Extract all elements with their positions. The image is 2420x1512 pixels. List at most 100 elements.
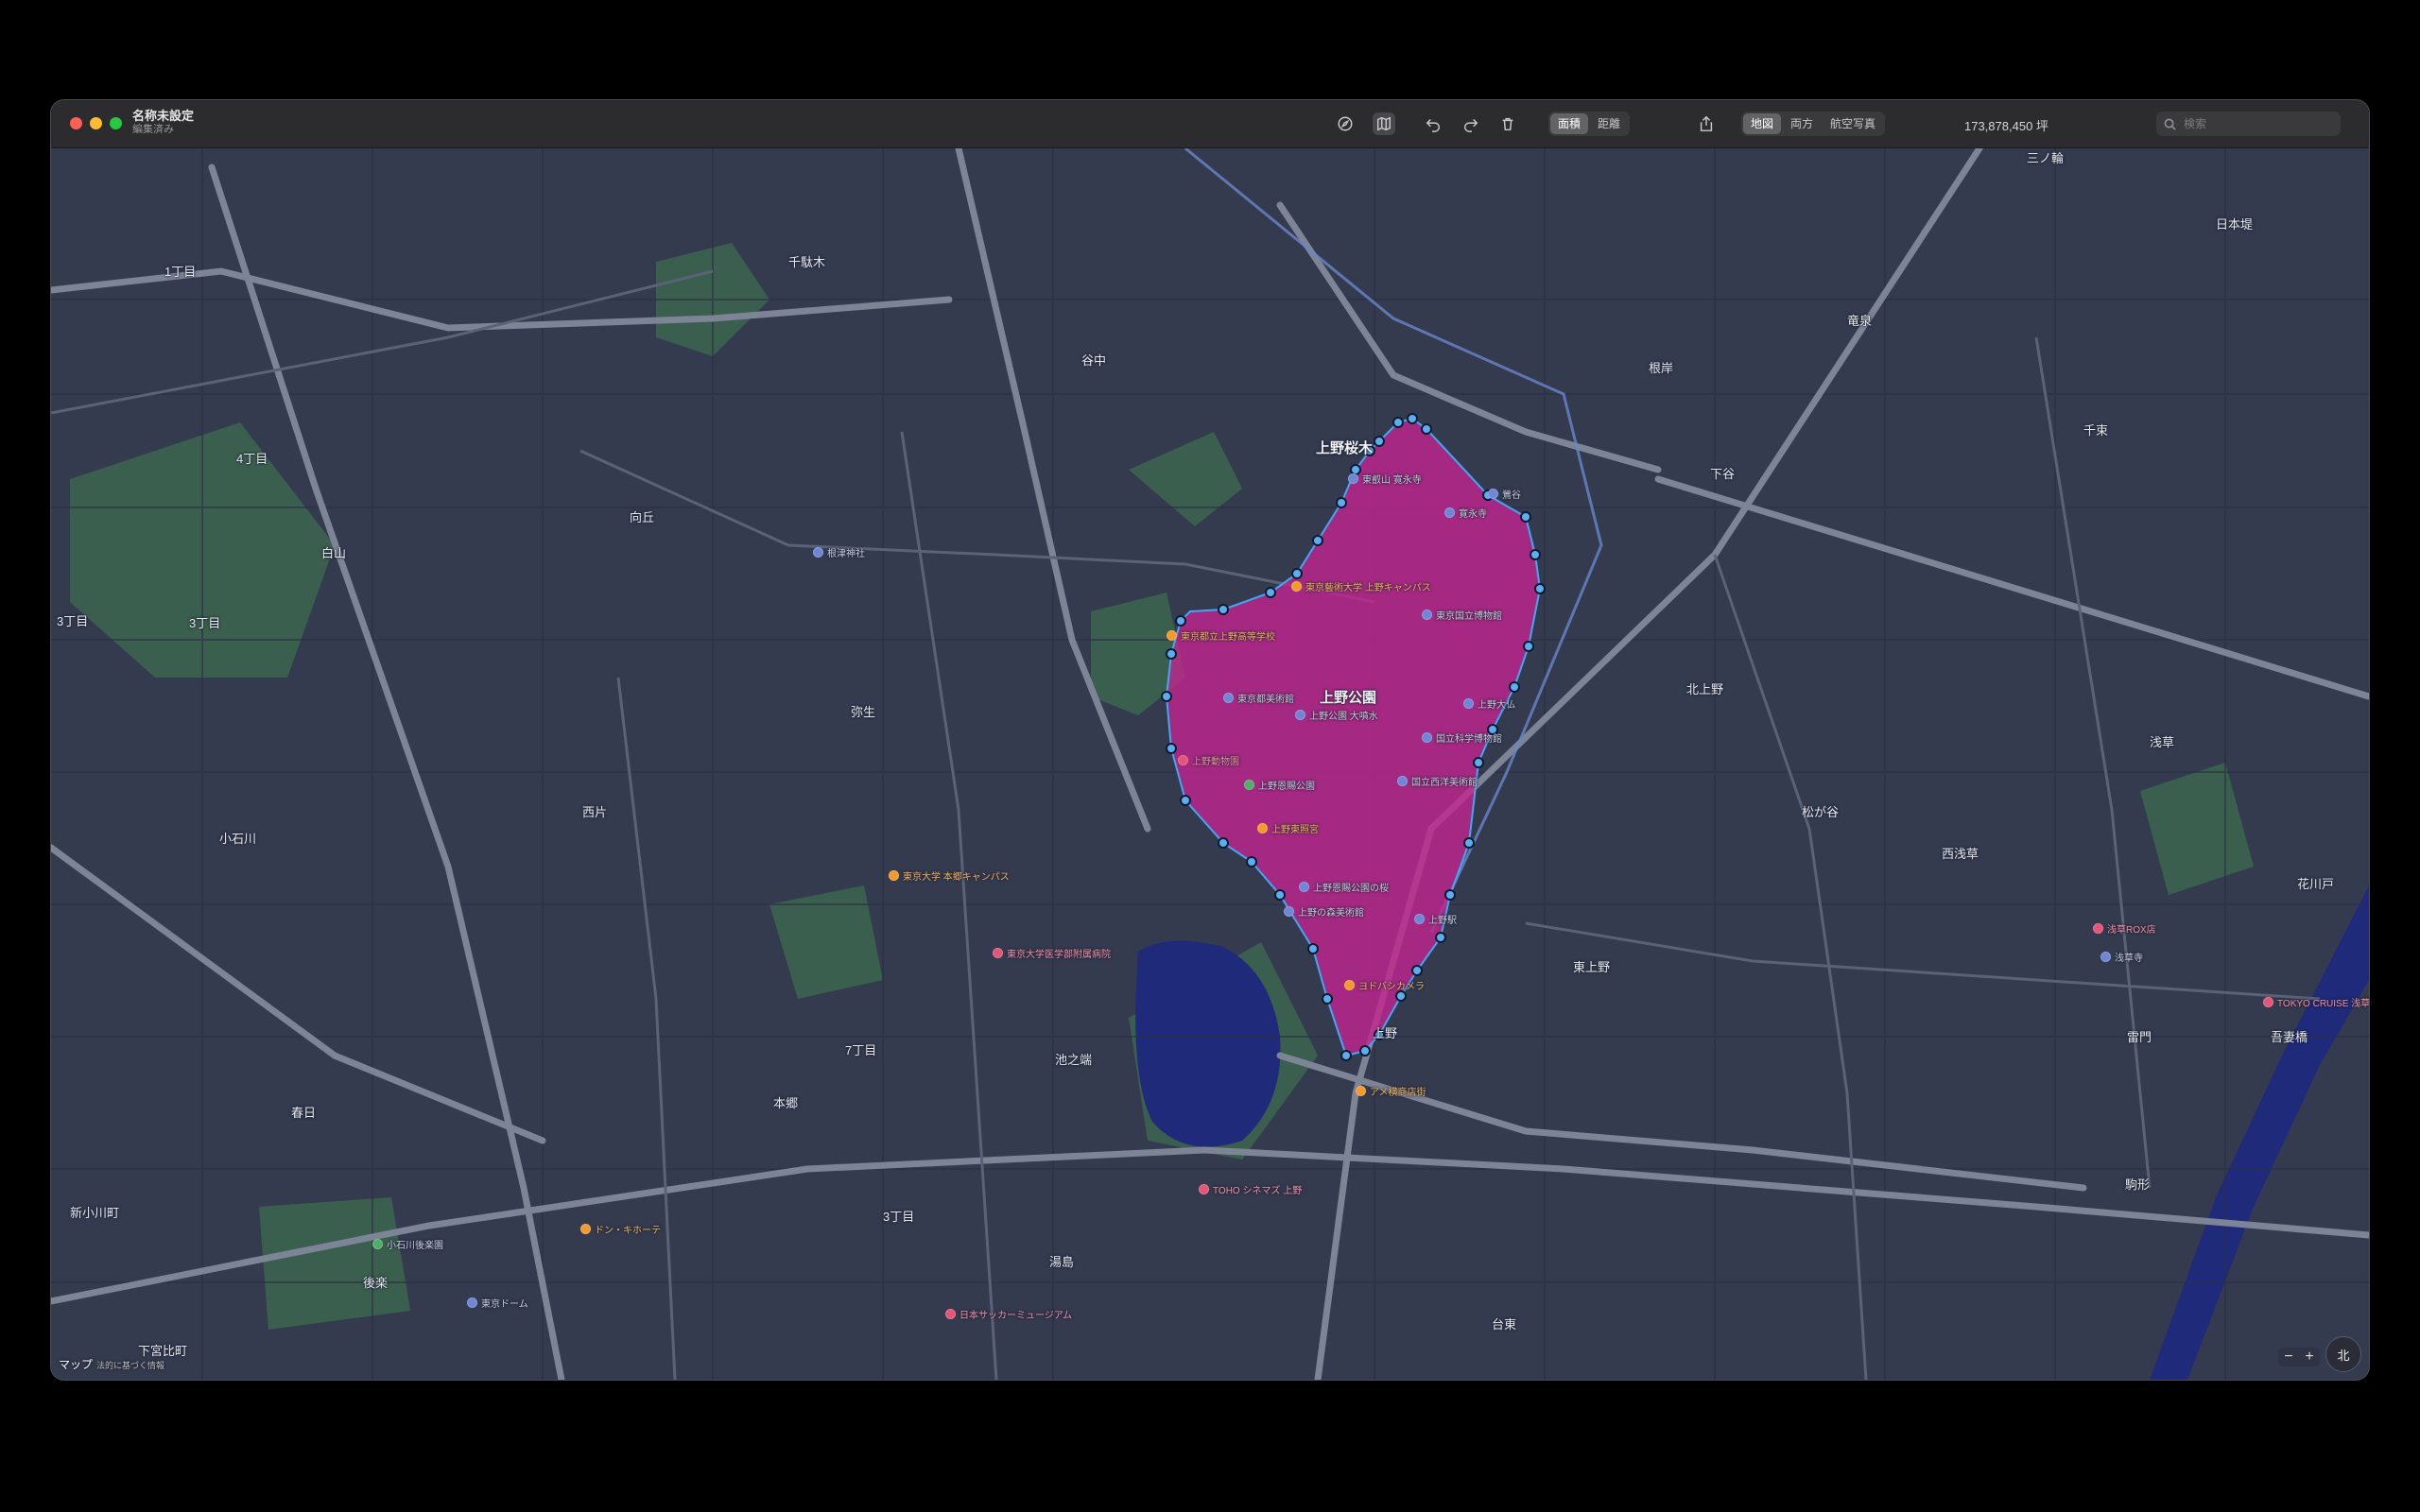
- search-input[interactable]: [2182, 116, 2337, 131]
- district-label: 吾妻橋: [2271, 1030, 2308, 1044]
- poi-label[interactable]: 東京都美術館: [1223, 691, 1294, 705]
- poi-label[interactable]: TOKYO CRUISE 浅草: [2263, 995, 2369, 1009]
- district-label: 上野桜木: [1316, 440, 1374, 456]
- map-type-hybrid[interactable]: 両方: [1783, 113, 1821, 134]
- window-controls: [70, 117, 122, 129]
- district-label: 上野公園: [1320, 690, 1377, 706]
- district-label: 雷門: [2127, 1030, 2152, 1044]
- search-field[interactable]: [2156, 112, 2341, 136]
- poi-label[interactable]: 上野動物園: [1178, 753, 1239, 767]
- district-label: 白山: [321, 546, 347, 560]
- poi-label[interactable]: 上野大仏: [1463, 696, 1515, 711]
- poi-label[interactable]: ヨドバシカメラ: [1344, 978, 1425, 992]
- district-label: 西片: [582, 805, 608, 819]
- compass-rose-icon[interactable]: 北: [2325, 1336, 2361, 1372]
- document-name: 名称未設定: [132, 109, 195, 123]
- district-label: 西浅草: [1942, 847, 1979, 861]
- district-label: 春日: [291, 1106, 317, 1120]
- map-type-control: 地図 両方 航空写真: [1741, 112, 1886, 136]
- district-label: 本郷: [773, 1096, 799, 1110]
- map-type-standard[interactable]: 地図: [1743, 113, 1782, 134]
- poi-label[interactable]: アメ横商店街: [1356, 1084, 1426, 1098]
- poi-label[interactable]: 東叡山 寛永寺: [1348, 472, 1422, 486]
- poi-label[interactable]: 東京ドーム: [467, 1296, 528, 1310]
- poi-label[interactable]: 国立科学博物館: [1422, 730, 1502, 745]
- document-status: 編集済み: [132, 124, 174, 135]
- poi-label[interactable]: 東京大学 本郷キャンパス: [889, 868, 1010, 883]
- poi-label[interactable]: 東京藝術大学 上野キャンパス: [1291, 579, 1431, 593]
- poi-label[interactable]: 東京国立博物館: [1422, 608, 1502, 622]
- poi-label[interactable]: 浅草ROX店: [2093, 921, 2156, 936]
- district-label: 4丁目: [236, 452, 268, 466]
- measure-distance-tab[interactable]: 距離: [1590, 113, 1628, 134]
- zoom-button[interactable]: [110, 117, 122, 129]
- district-label: 台東: [1492, 1317, 1517, 1332]
- district-label: 千束: [2083, 423, 2109, 438]
- poi-label[interactable]: 東京都立上野高等学校: [1167, 628, 1275, 643]
- legal-info-link[interactable]: 法的に基づく情報: [96, 1361, 164, 1370]
- undo-icon[interactable]: [1422, 112, 1444, 135]
- district-label: 三ノ輪: [2027, 151, 2065, 165]
- app-window: 名称未設定 編集済み 面積 距離 地図 両方 航空写真 173,878,450 …: [51, 100, 2369, 1380]
- district-label: 湯島: [1049, 1255, 1075, 1269]
- district-label: 小石川: [219, 832, 257, 846]
- search-icon: [2164, 118, 2176, 130]
- poi-label[interactable]: 上野公園 大噴水: [1295, 708, 1378, 722]
- district-label: 松が谷: [1802, 805, 1840, 819]
- district-label: 上野: [1373, 1026, 1398, 1040]
- compass-icon[interactable]: [1334, 112, 1357, 135]
- zoom-out-button[interactable]: −: [2278, 1348, 2299, 1366]
- share-icon[interactable]: [1695, 112, 1718, 135]
- map-type-satellite[interactable]: 航空写真: [1823, 113, 1883, 134]
- document-title: 名称未設定 編集済み: [132, 109, 194, 137]
- district-label: 浅草: [2150, 735, 2175, 749]
- map-canvas[interactable]: 上野桜木 上野公園 谷中 千駄木 根岸 下谷 竜泉 三ノ輪 日本堤 千束 北上野…: [51, 148, 2369, 1380]
- district-label: 7丁目: [845, 1043, 877, 1057]
- map-icon[interactable]: [1373, 112, 1395, 135]
- area-readout: 173,878,450 坪: [1964, 119, 2048, 133]
- poi-label[interactable]: 日本サッカーミュージアム: [945, 1307, 1072, 1321]
- district-label: 弥生: [851, 705, 876, 719]
- district-label: 1丁目: [164, 265, 197, 279]
- district-label: 3丁目: [57, 614, 89, 628]
- zoom-control: − +: [2278, 1348, 2320, 1366]
- map-attribution[interactable]: マップ 法的に基づく情報: [59, 1356, 164, 1372]
- titlebar: 名称未設定 編集済み 面積 距離 地図 両方 航空写真 173,878,450 …: [51, 100, 2369, 148]
- trash-icon[interactable]: [1496, 112, 1519, 135]
- compass-north-label: 北: [2337, 1348, 2350, 1363]
- district-label: 根岸: [1649, 361, 1674, 375]
- measure-area-tab[interactable]: 面積: [1550, 113, 1589, 134]
- district-label: 花川戸: [2297, 877, 2335, 891]
- zoom-in-button[interactable]: +: [2299, 1348, 2320, 1366]
- poi-label[interactable]: 上野東照宮: [1257, 821, 1319, 835]
- minimize-button[interactable]: [90, 117, 102, 129]
- redo-icon[interactable]: [1460, 112, 1482, 135]
- poi-label[interactable]: 寛永寺: [1444, 506, 1487, 520]
- district-label: 竜泉: [1847, 314, 1873, 328]
- poi-label[interactable]: 上野の森美術館: [1284, 904, 1364, 919]
- poi-label[interactable]: 鶯谷: [1488, 487, 1521, 501]
- poi-label[interactable]: 東京大学医学部附属病院: [993, 946, 1111, 960]
- district-label: 新小川町: [70, 1206, 120, 1220]
- district-label: 向丘: [630, 510, 655, 524]
- measure-mode-control: 面積 距離: [1548, 112, 1631, 136]
- poi-label[interactable]: 上野恩賜公園: [1244, 778, 1315, 792]
- poi-label[interactable]: 浅草寺: [2100, 950, 2143, 964]
- district-label: 3丁目: [883, 1210, 915, 1224]
- attribution-label: マップ: [59, 1358, 94, 1371]
- poi-label[interactable]: 上野駅: [1414, 912, 1457, 926]
- district-label: 北上野: [1686, 682, 1724, 696]
- poi-label[interactable]: 国立西洋美術館: [1397, 774, 1478, 788]
- poi-label[interactable]: 小石川後楽園: [372, 1237, 443, 1251]
- poi-label[interactable]: 上野恩賜公園の桜: [1299, 880, 1389, 894]
- district-label: 日本堤: [2216, 217, 2254, 232]
- poi-label[interactable]: 根津神社: [813, 545, 865, 559]
- district-label: 後楽: [363, 1276, 389, 1290]
- poi-label[interactable]: ドン・キホーテ: [580, 1222, 661, 1236]
- district-label: 3丁目: [189, 616, 221, 630]
- district-label: 千駄木: [788, 255, 826, 269]
- district-label: 下谷: [1710, 467, 1736, 481]
- district-label: 谷中: [1081, 353, 1107, 368]
- poi-label[interactable]: TOHO シネマズ 上野: [1199, 1182, 1302, 1196]
- close-button[interactable]: [70, 117, 82, 129]
